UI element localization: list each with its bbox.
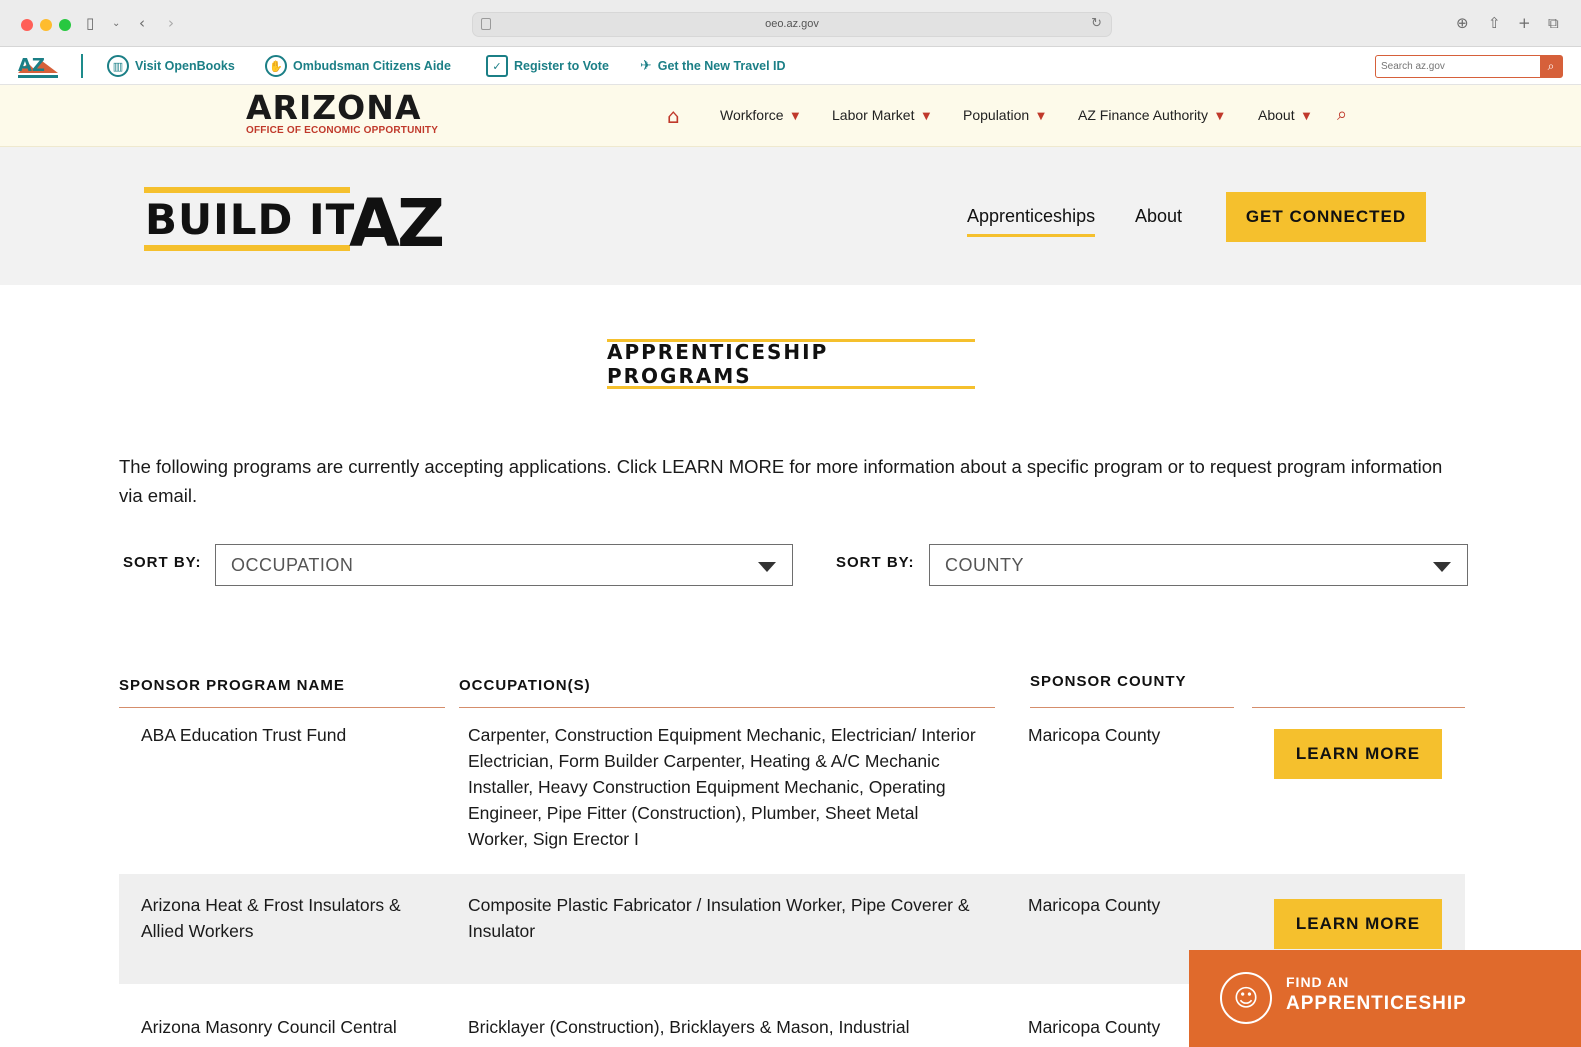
share-icon[interactable]: ⇧ <box>1488 14 1501 32</box>
az-search-input[interactable] <box>1376 56 1536 77</box>
oeo-logo-subtitle: OFFICE OF ECONOMIC OPPORTUNITY <box>246 125 439 136</box>
logo-bar-top <box>144 187 350 193</box>
plane-icon: ✈ <box>640 58 652 74</box>
caret-down-icon <box>758 562 776 572</box>
openbooks-link[interactable]: ▥ Visit OpenBooks <box>107 55 235 77</box>
register-vote-label: Register to Vote <box>514 59 609 73</box>
header-rule <box>119 707 445 708</box>
nav-label: Workforce <box>720 107 784 123</box>
search-icon[interactable]: ⌕ <box>1540 56 1562 77</box>
header-rule <box>459 707 995 708</box>
back-icon[interactable]: ‹ <box>139 14 145 32</box>
az-utility-bar: AZ ▥ Visit OpenBooks ✋ Ombudsman Citizen… <box>0 47 1581 85</box>
reload-icon[interactable]: ↻ <box>1091 16 1102 31</box>
site-header: BUILD IT AZ Apprenticeships About GET CO… <box>0 147 1581 285</box>
column-header-county: SPONSOR COUNTY <box>1030 673 1187 690</box>
az-gov-logo[interactable]: AZ <box>16 53 60 79</box>
register-vote-link[interactable]: ✓ Register to Vote <box>486 55 609 77</box>
nav-label: Labor Market <box>832 107 915 123</box>
nav-about[interactable]: About <box>1135 206 1182 227</box>
nav-item-about[interactable]: About ▼ <box>1258 107 1310 123</box>
occupations: Carpenter, Construction Equipment Mechan… <box>468 725 976 849</box>
divider <box>81 54 83 78</box>
hand-icon: ✋ <box>265 55 287 77</box>
ombudsman-link[interactable]: ✋ Ombudsman Citizens Aide <box>265 55 451 77</box>
nav-label: AZ Finance Authority <box>1078 107 1208 123</box>
oeo-navigation: ARIZONA OFFICE OF ECONOMIC OPPORTUNITY ⌂… <box>0 85 1581 147</box>
chevron-down-icon[interactable]: ⌄ <box>112 18 120 29</box>
occupations: Bricklayer (Construction), Bricklayers &… <box>468 1017 910 1037</box>
logo-build-text: BUILD IT <box>145 195 356 244</box>
column-header-occupations: OCCUPATION(S) <box>459 677 591 694</box>
chevron-down-icon: ▼ <box>922 110 931 122</box>
new-tab-icon[interactable]: + <box>1518 14 1531 32</box>
home-icon[interactable]: ⌂ <box>667 104 680 128</box>
address-text: oeo.az.gov <box>765 18 819 30</box>
sort-occupation-label: SORT BY: <box>123 554 202 571</box>
book-icon: ▥ <box>107 55 129 77</box>
find-apprenticeship-banner[interactable]: ☺ FIND AN APPRENTICESHIP <box>1189 950 1581 1047</box>
close-window-button[interactable] <box>21 19 33 31</box>
learn-more-button[interactable]: LEARN MORE <box>1274 729 1442 779</box>
logo-bar-bottom <box>144 245 350 251</box>
search-icon[interactable]: ⌕ <box>1337 104 1347 125</box>
sponsor-name: ABA Education Trust Fund <box>141 725 347 745</box>
nav-apprenticeships[interactable]: Apprenticeships <box>967 206 1096 237</box>
sponsor-name: Arizona Heat & Frost Insulators & Allied… <box>141 895 401 941</box>
nav-item-az-finance-authority[interactable]: AZ Finance Authority ▼ <box>1078 107 1224 123</box>
sort-occupation-select[interactable]: OCCUPATION <box>215 544 793 586</box>
oeo-logo[interactable]: ARIZONA OFFICE OF ECONOMIC OPPORTUNITY <box>246 91 446 137</box>
nav-item-population[interactable]: Population ▼ <box>963 107 1045 123</box>
worker-icon: ☺ <box>1220 972 1272 1024</box>
learn-more-button[interactable]: LEARN MORE <box>1274 899 1442 949</box>
page-title: APPRENTICESHIP PROGRAMS <box>607 339 975 389</box>
nav-item-workforce[interactable]: Workforce ▼ <box>720 107 799 123</box>
ombudsman-label: Ombudsman Citizens Aide <box>293 59 451 73</box>
header-rule <box>1030 707 1234 708</box>
travel-id-label: Get the New Travel ID <box>657 59 786 73</box>
az-logo-text: AZ <box>18 55 45 76</box>
column-header-sponsor: SPONSOR PROGRAM NAME <box>119 677 345 694</box>
sidebar-toggle-icon[interactable]: ▯ <box>86 14 94 32</box>
travel-id-link[interactable]: ✈ Get the New Travel ID <box>640 55 786 77</box>
sort-county-select[interactable]: COUNTY <box>929 544 1468 586</box>
address-bar[interactable]: oeo.az.gov ↻ <box>472 12 1112 37</box>
sponsor-county: Maricopa County <box>1028 895 1161 915</box>
nav-label: About <box>1258 107 1295 123</box>
tab-overview-icon[interactable]: ⧉ <box>1548 14 1559 32</box>
nav-item-labor-market[interactable]: Labor Market ▼ <box>832 107 930 123</box>
browser-toolbar: ▯ ⌄ ‹ › oeo.az.gov ↻ ⊕ ⇧ + ⧉ <box>0 0 1581 47</box>
chevron-down-icon: ▼ <box>1037 110 1045 122</box>
az-search-box: ⌕ <box>1375 55 1563 78</box>
sort-county-label: SORT BY: <box>836 554 915 571</box>
chevron-down-icon: ▼ <box>1302 110 1311 122</box>
sponsor-name: Arizona Masonry Council Central <box>141 1017 397 1037</box>
select-value: COUNTY <box>945 555 1024 575</box>
caret-down-icon <box>1433 562 1451 572</box>
select-value: OCCUPATION <box>231 555 354 575</box>
get-connected-button[interactable]: GET CONNECTED <box>1226 192 1426 242</box>
occupations: Composite Plastic Fabricator / Insulatio… <box>468 895 970 941</box>
intro-text: The following programs are currently acc… <box>119 456 1443 506</box>
banner-line1: FIND AN <box>1286 974 1350 990</box>
header-rule <box>1252 707 1465 708</box>
forward-icon[interactable]: › <box>168 14 174 32</box>
openbooks-label: Visit OpenBooks <box>135 59 235 73</box>
banner-line2: APPRENTICESHIP <box>1286 993 1467 1014</box>
maximize-window-button[interactable] <box>59 19 71 31</box>
oeo-logo-word: ARIZONA <box>246 88 422 127</box>
chevron-down-icon: ▼ <box>1215 110 1224 122</box>
ballot-icon: ✓ <box>486 55 508 77</box>
logo-az-text: AZ <box>349 185 445 262</box>
nav-label: Population <box>963 107 1030 123</box>
chevron-down-icon: ▼ <box>791 110 800 122</box>
minimize-window-button[interactable] <box>40 19 52 31</box>
sponsor-county: Maricopa County <box>1028 725 1161 745</box>
download-icon[interactable]: ⊕ <box>1456 14 1469 32</box>
